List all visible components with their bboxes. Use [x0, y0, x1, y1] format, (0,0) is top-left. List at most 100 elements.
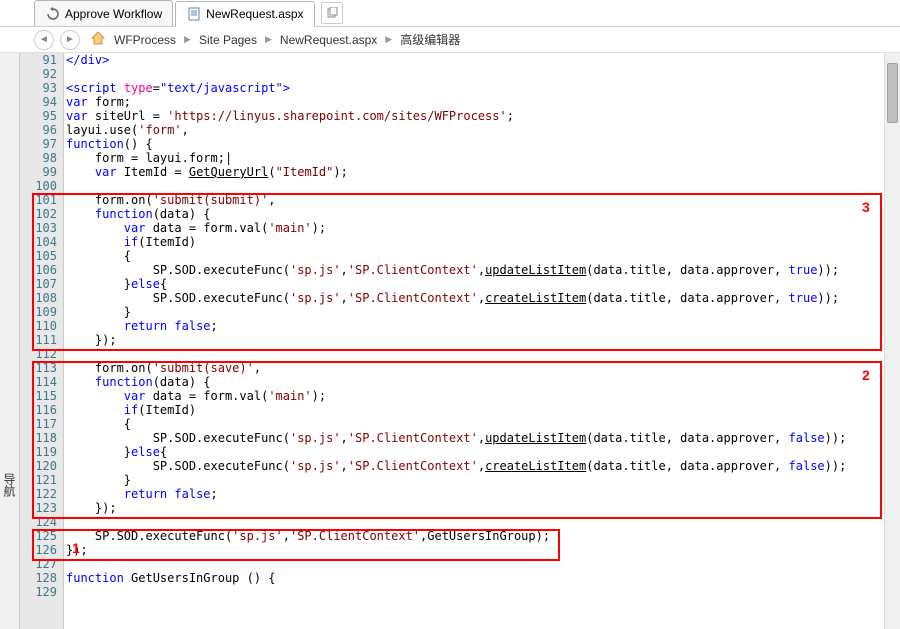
code-line[interactable] — [66, 67, 900, 81]
code-line[interactable]: var siteUrl = 'https://linyus.sharepoint… — [66, 109, 900, 123]
code-line[interactable]: }); — [66, 333, 900, 347]
line-number: 97 — [20, 137, 57, 151]
code-line[interactable]: }else{ — [66, 277, 900, 291]
code-line[interactable]: var ItemId = GetQueryUrl("ItemId"); — [66, 165, 900, 179]
line-number: 122 — [20, 487, 57, 501]
line-number-gutter: 9192939495969798991001011021031041051061… — [20, 53, 64, 629]
scroll-thumb[interactable] — [887, 63, 898, 123]
line-number: 99 — [20, 165, 57, 179]
line-number: 126 — [20, 543, 57, 557]
line-number: 118 — [20, 431, 57, 445]
line-number: 116 — [20, 403, 57, 417]
code-line[interactable]: return false; — [66, 487, 900, 501]
line-number: 93 — [20, 81, 57, 95]
nav-back-button[interactable]: ◄ — [34, 30, 54, 50]
crumb-root[interactable]: WFProcess — [114, 33, 176, 47]
crumb-file[interactable]: NewRequest.aspx — [280, 33, 377, 47]
code-line[interactable]: </div> — [66, 53, 900, 67]
page-icon — [186, 6, 202, 22]
sidebar-label: 导航 — [1, 473, 18, 497]
line-number: 103 — [20, 221, 57, 235]
code-line[interactable]: var data = form.val('main'); — [66, 221, 900, 235]
code-line[interactable]: SP.SOD.executeFunc('sp.js','SP.ClientCon… — [66, 529, 900, 543]
code-line[interactable]: var form; — [66, 95, 900, 109]
code-line[interactable]: }); — [66, 501, 900, 515]
line-number: 114 — [20, 375, 57, 389]
code-line[interactable]: }); — [66, 543, 900, 557]
code-line[interactable]: function(data) { — [66, 207, 900, 221]
code-line[interactable]: SP.SOD.executeFunc('sp.js','SP.ClientCon… — [66, 263, 900, 277]
line-number: 128 — [20, 571, 57, 585]
code-line[interactable]: <script type="text/javascript"> — [66, 81, 900, 95]
line-number: 102 — [20, 207, 57, 221]
line-number: 124 — [20, 515, 57, 529]
tab-label: Approve Workflow — [65, 7, 162, 21]
code-line[interactable]: form.on('submit(submit)', — [66, 193, 900, 207]
crumb-sitepages[interactable]: Site Pages — [199, 33, 257, 47]
vertical-scrollbar[interactable] — [884, 53, 900, 629]
code-line[interactable]: form.on('submit(save)', — [66, 361, 900, 375]
code-line[interactable]: function(data) { — [66, 375, 900, 389]
refresh-icon — [45, 6, 61, 22]
tab-label: NewRequest.aspx — [206, 7, 303, 21]
chevron-right-icon: ▶ — [265, 34, 272, 45]
code-line[interactable]: { — [66, 417, 900, 431]
annotation-label-1: 1 — [72, 540, 80, 556]
line-number: 109 — [20, 305, 57, 319]
line-number: 125 — [20, 529, 57, 543]
code-line[interactable]: } — [66, 305, 900, 319]
line-number: 108 — [20, 291, 57, 305]
line-number: 111 — [20, 333, 57, 347]
crumb-mode[interactable]: 高级编辑器 — [400, 31, 460, 48]
nav-forward-button[interactable]: ► — [60, 30, 80, 50]
code-line[interactable]: var data = form.val('main'); — [66, 389, 900, 403]
chevron-right-icon: ▶ — [184, 34, 191, 45]
tab-overflow-button[interactable] — [321, 2, 343, 24]
code-line[interactable]: layui.use('form', — [66, 123, 900, 137]
code-line[interactable]: function() { — [66, 137, 900, 151]
editor-tabs: Approve Workflow NewRequest.aspx — [0, 0, 900, 27]
line-number: 127 — [20, 557, 57, 571]
line-number: 106 — [20, 263, 57, 277]
code-line[interactable]: return false; — [66, 319, 900, 333]
code-line[interactable]: if(ItemId) — [66, 235, 900, 249]
chevron-right-icon: ▶ — [385, 34, 392, 45]
tab-newrequest[interactable]: NewRequest.aspx — [175, 1, 314, 27]
code-line[interactable]: SP.SOD.executeFunc('sp.js','SP.ClientCon… — [66, 459, 900, 473]
line-number: 96 — [20, 123, 57, 137]
line-number: 121 — [20, 473, 57, 487]
code-line[interactable]: form = layui.form;| — [66, 151, 900, 165]
code-line[interactable]: if(ItemId) — [66, 403, 900, 417]
home-icon — [90, 30, 106, 49]
line-number: 110 — [20, 319, 57, 333]
tab-approve-workflow[interactable]: Approve Workflow — [34, 0, 173, 26]
line-number: 98 — [20, 151, 57, 165]
code-line[interactable] — [66, 347, 900, 361]
breadcrumb-bar: ◄ ► WFProcess ▶ Site Pages ▶ NewRequest.… — [0, 27, 900, 53]
annotation-label-2: 2 — [862, 367, 870, 383]
code-line[interactable]: { — [66, 249, 900, 263]
line-number: 129 — [20, 585, 57, 599]
breadcrumb: WFProcess ▶ Site Pages ▶ NewRequest.aspx… — [90, 30, 460, 49]
line-number: 107 — [20, 277, 57, 291]
line-number: 115 — [20, 389, 57, 403]
line-number: 120 — [20, 459, 57, 473]
line-number: 101 — [20, 193, 57, 207]
code-editor[interactable]: </div><script type="text/javascript">var… — [64, 53, 900, 629]
code-line[interactable]: function GetUsersInGroup () { — [66, 571, 900, 585]
code-line[interactable] — [66, 585, 900, 599]
code-line[interactable]: SP.SOD.executeFunc('sp.js','SP.ClientCon… — [66, 291, 900, 305]
code-line[interactable]: } — [66, 473, 900, 487]
code-line[interactable] — [66, 557, 900, 571]
sidebar-nav-tab[interactable]: 导航 — [0, 53, 20, 629]
line-number: 104 — [20, 235, 57, 249]
line-number: 117 — [20, 417, 57, 431]
code-line[interactable] — [66, 515, 900, 529]
line-number: 95 — [20, 109, 57, 123]
code-line[interactable]: }else{ — [66, 445, 900, 459]
line-number: 100 — [20, 179, 57, 193]
line-number: 119 — [20, 445, 57, 459]
line-number: 91 — [20, 53, 57, 67]
code-line[interactable] — [66, 179, 900, 193]
code-line[interactable]: SP.SOD.executeFunc('sp.js','SP.ClientCon… — [66, 431, 900, 445]
